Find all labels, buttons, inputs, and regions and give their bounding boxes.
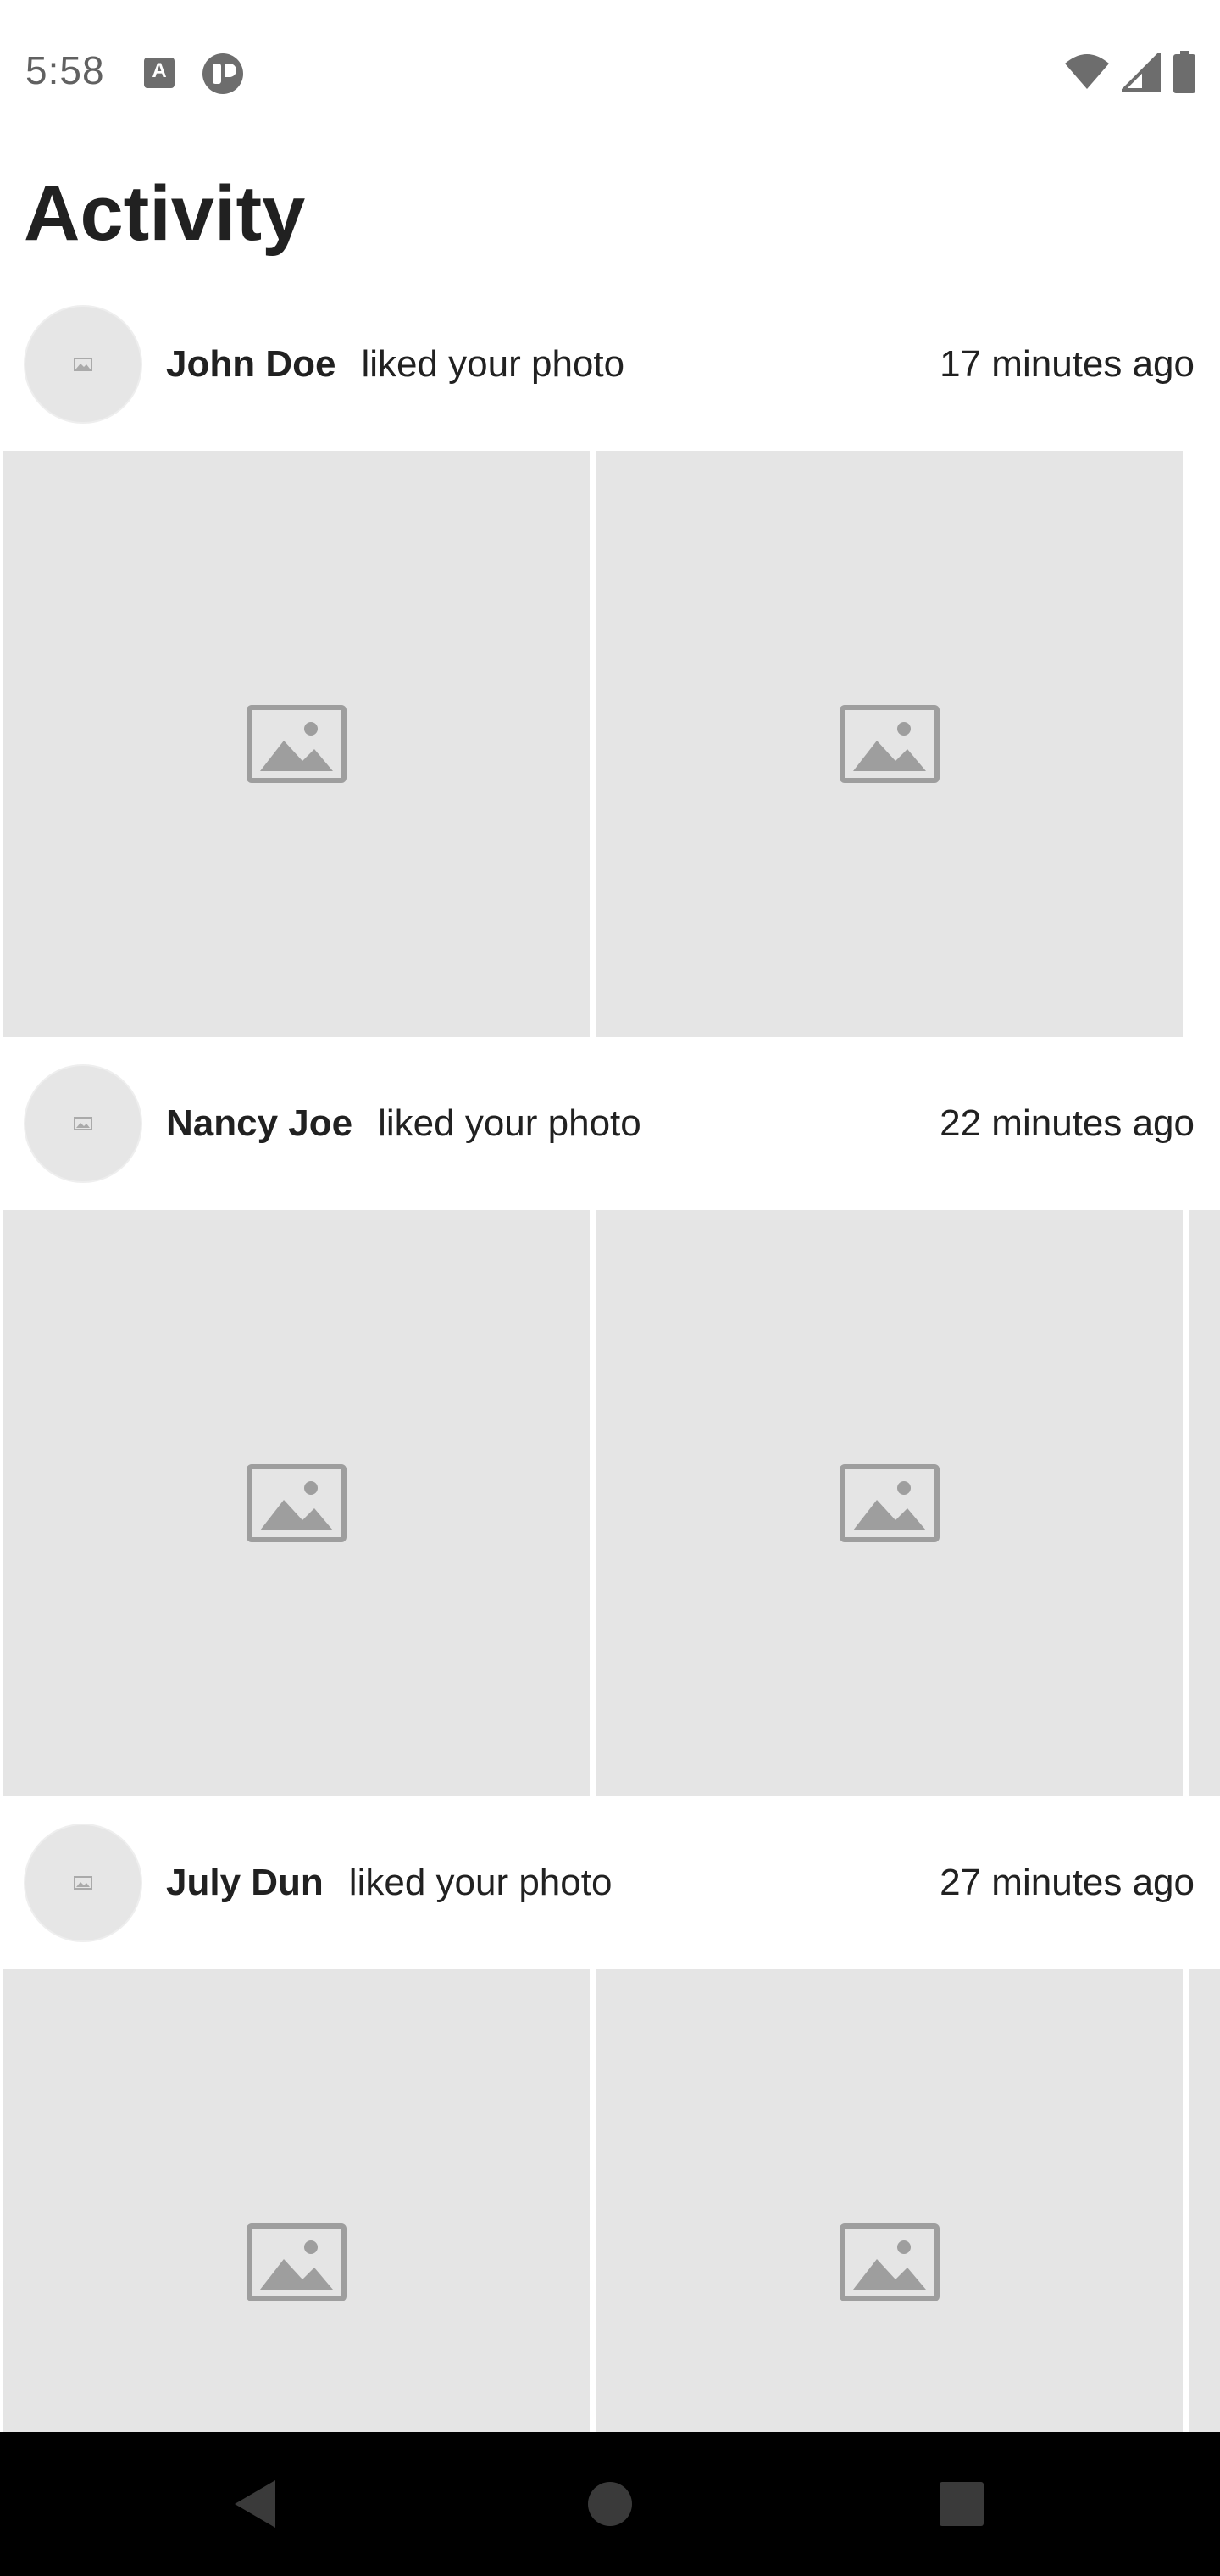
avatar[interactable] (24, 1064, 142, 1183)
circle-t-icon (202, 53, 243, 94)
image-placeholder-icon (74, 1876, 92, 1890)
home-icon (588, 2482, 632, 2526)
activity-action: liked your photo (361, 343, 625, 385)
status-right-icons (1064, 51, 1196, 93)
activity-time: 22 minutes ago (940, 1102, 1195, 1144)
avatar[interactable] (24, 1824, 142, 1942)
image-placeholder-icon (840, 2223, 940, 2301)
photo-thumbnail[interactable] (596, 1210, 1183, 1796)
activity-time: 17 minutes ago (940, 343, 1195, 385)
battery-icon (1173, 51, 1195, 93)
activity-user-name[interactable]: July Dun (166, 1862, 324, 1903)
activity-user-line: Nancy Joe liked your photo (166, 1102, 641, 1145)
navigation-bar (0, 2432, 1220, 2576)
activity-row[interactable]: Nancy Joe liked your photo 22 minutes ago (0, 1064, 1220, 1183)
activity-time: 27 minutes ago (940, 1862, 1195, 1903)
recents-button[interactable] (890, 2432, 1034, 2576)
photo-thumbnail[interactable] (3, 1210, 590, 1796)
avatar[interactable] (24, 305, 142, 424)
activity-user-name[interactable]: John Doe (166, 343, 336, 385)
image-placeholder-icon (247, 1464, 347, 1542)
image-placeholder-icon (74, 1117, 92, 1130)
status-time: 5:58 (25, 48, 105, 92)
cell-signal-icon (1122, 53, 1161, 92)
photo-thumbnail[interactable] (3, 451, 590, 1037)
photo-thumbnail[interactable] (1190, 1210, 1220, 1796)
recents-icon (940, 2482, 984, 2526)
back-button[interactable] (183, 2432, 327, 2576)
image-placeholder-icon (247, 2223, 347, 2301)
activity-row[interactable]: July Dun liked your photo 27 minutes ago (0, 1824, 1220, 1942)
activity-screen: 5:58 A Activity John Doe liked your phot… (0, 0, 1220, 2576)
back-icon (235, 2480, 275, 2528)
image-placeholder-icon (840, 1464, 940, 1542)
page-title: Activity (24, 170, 306, 257)
wifi-icon (1065, 54, 1109, 89)
image-placeholder-icon (840, 705, 940, 783)
status-bar: 5:58 A (0, 0, 1220, 144)
image-placeholder-icon (74, 358, 92, 371)
photo-strip[interactable] (0, 1210, 1220, 1796)
activity-action: liked your photo (378, 1102, 641, 1144)
activity-user-line: John Doe liked your photo (166, 343, 624, 386)
activity-user-name[interactable]: Nancy Joe (166, 1102, 352, 1144)
activity-action: liked your photo (348, 1862, 613, 1903)
photo-strip[interactable] (0, 451, 1220, 1037)
home-button[interactable] (538, 2432, 682, 2576)
text-a-icon: A (144, 58, 175, 88)
activity-row[interactable]: John Doe liked your photo 17 minutes ago (0, 305, 1220, 424)
photo-thumbnail[interactable] (596, 451, 1183, 1037)
activity-user-line: July Dun liked your photo (166, 1862, 612, 1904)
image-placeholder-icon (247, 705, 347, 783)
